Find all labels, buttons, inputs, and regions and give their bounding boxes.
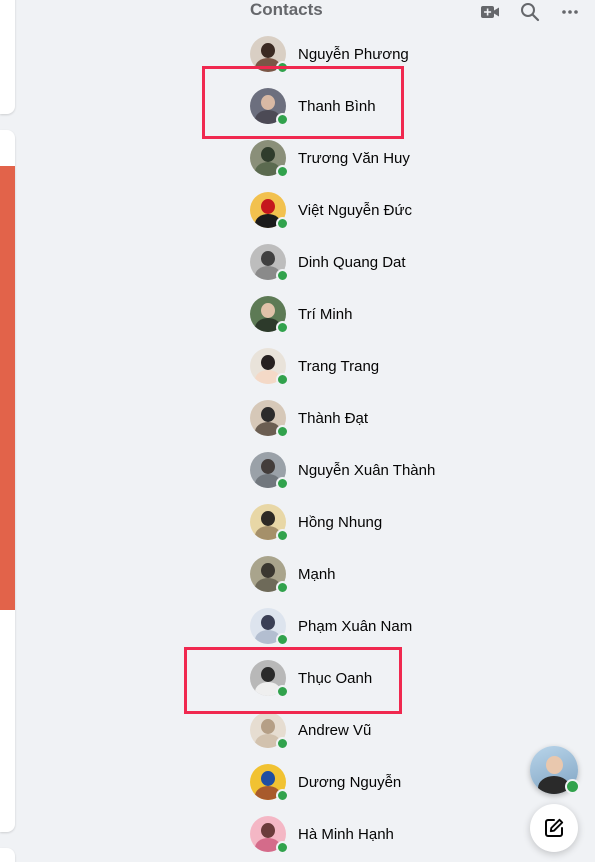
avatar bbox=[250, 452, 289, 490]
online-status-dot bbox=[276, 841, 289, 854]
contact-item[interactable]: Andrew Vũ bbox=[242, 704, 502, 756]
online-status-dot bbox=[565, 779, 580, 794]
contact-item[interactable]: Nguyễn Xuân Thành bbox=[242, 444, 502, 496]
feed-post-card-edge bbox=[0, 848, 15, 862]
contact-list: Nguyễn Phương Thanh Bình Trương Văn Huy Việ… bbox=[242, 28, 502, 860]
contact-name: Việt Nguyễn Đức bbox=[298, 201, 412, 219]
avatar bbox=[250, 556, 289, 594]
contact-name: Hà Minh Hạnh bbox=[298, 825, 394, 843]
avatar bbox=[250, 608, 289, 646]
avatar bbox=[250, 764, 289, 802]
online-status-dot bbox=[276, 113, 289, 126]
contacts-heading: Contacts bbox=[250, 0, 323, 19]
online-status-dot bbox=[276, 685, 289, 698]
online-status-dot bbox=[276, 737, 289, 750]
contact-item[interactable]: Hà Minh Hạnh bbox=[242, 808, 502, 860]
avatar bbox=[250, 348, 289, 386]
online-status-dot bbox=[276, 61, 289, 74]
online-status-dot bbox=[276, 789, 289, 802]
avatar bbox=[250, 504, 289, 542]
online-status-dot bbox=[276, 373, 289, 386]
online-status-dot bbox=[276, 165, 289, 178]
online-status-dot bbox=[276, 529, 289, 542]
contact-name: Thục Oanh bbox=[298, 669, 373, 687]
online-status-dot bbox=[276, 321, 289, 334]
feed-post-card-edge bbox=[0, 0, 15, 114]
avatar bbox=[250, 140, 289, 178]
online-status-dot bbox=[276, 633, 289, 646]
contact-item[interactable]: Thanh Bình bbox=[242, 80, 502, 132]
search-icon[interactable] bbox=[518, 0, 542, 24]
online-status-dot bbox=[276, 581, 289, 594]
contact-name: Thanh Bình bbox=[298, 97, 376, 115]
contact-item[interactable]: Việt Nguyễn Đức bbox=[242, 184, 502, 236]
online-status-dot bbox=[276, 477, 289, 490]
contact-item[interactable]: Trương Văn Huy bbox=[242, 132, 502, 184]
contact-name: Trí Minh bbox=[298, 305, 353, 323]
more-options-icon[interactable] bbox=[558, 0, 582, 24]
avatar bbox=[250, 660, 289, 698]
contact-name: Dương Nguyễn bbox=[298, 773, 402, 791]
new-message-icon bbox=[545, 818, 564, 837]
avatar bbox=[250, 816, 289, 854]
contact-item[interactable]: Nguyễn Phương bbox=[242, 28, 502, 80]
online-status-dot bbox=[276, 425, 289, 438]
contact-item[interactable]: Thục Oanh bbox=[242, 652, 502, 704]
contact-item[interactable]: Trang Trang bbox=[242, 340, 502, 392]
new-room-video-icon[interactable] bbox=[478, 0, 502, 24]
contact-item[interactable]: Phạm Xuân Nam bbox=[242, 600, 502, 652]
contact-name: Trương Văn Huy bbox=[298, 149, 410, 167]
contact-item[interactable]: Thành Đạt bbox=[242, 392, 502, 444]
feed-post-image-edge bbox=[0, 166, 15, 610]
contact-name: Phạm Xuân Nam bbox=[298, 617, 413, 635]
avatar bbox=[250, 712, 289, 750]
avatar bbox=[250, 244, 289, 282]
contact-item[interactable]: Trí Minh bbox=[242, 288, 502, 340]
avatar bbox=[250, 296, 289, 334]
contact-name: Thành Đạt bbox=[298, 409, 369, 427]
new-message-button[interactable] bbox=[530, 804, 578, 852]
contact-name: Nguyễn Phương bbox=[298, 45, 409, 63]
contact-name: Trang Trang bbox=[298, 357, 380, 375]
contact-name: Dinh Quang Dat bbox=[298, 253, 406, 271]
avatar bbox=[250, 192, 289, 230]
online-status-dot bbox=[276, 269, 289, 282]
contact-item[interactable]: Dinh Quang Dat bbox=[242, 236, 502, 288]
avatar bbox=[250, 400, 289, 438]
contact-item[interactable]: Mạnh bbox=[242, 548, 502, 600]
contact-name: Nguyễn Xuân Thành bbox=[298, 461, 436, 479]
contact-item[interactable]: Hồng Nhung bbox=[242, 496, 502, 548]
avatar bbox=[250, 88, 289, 126]
facebook-contacts-screen: Contacts Nguyễn Phương Thanh Bình Trương V… bbox=[0, 0, 595, 862]
chat-head-avatar[interactable] bbox=[530, 746, 580, 794]
avatar bbox=[250, 36, 289, 74]
contact-name: Andrew Vũ bbox=[298, 721, 372, 739]
contact-name: Mạnh bbox=[298, 565, 336, 583]
online-status-dot bbox=[276, 217, 289, 230]
contact-item[interactable]: Dương Nguyễn bbox=[242, 756, 502, 808]
contact-name: Hồng Nhung bbox=[298, 513, 383, 531]
